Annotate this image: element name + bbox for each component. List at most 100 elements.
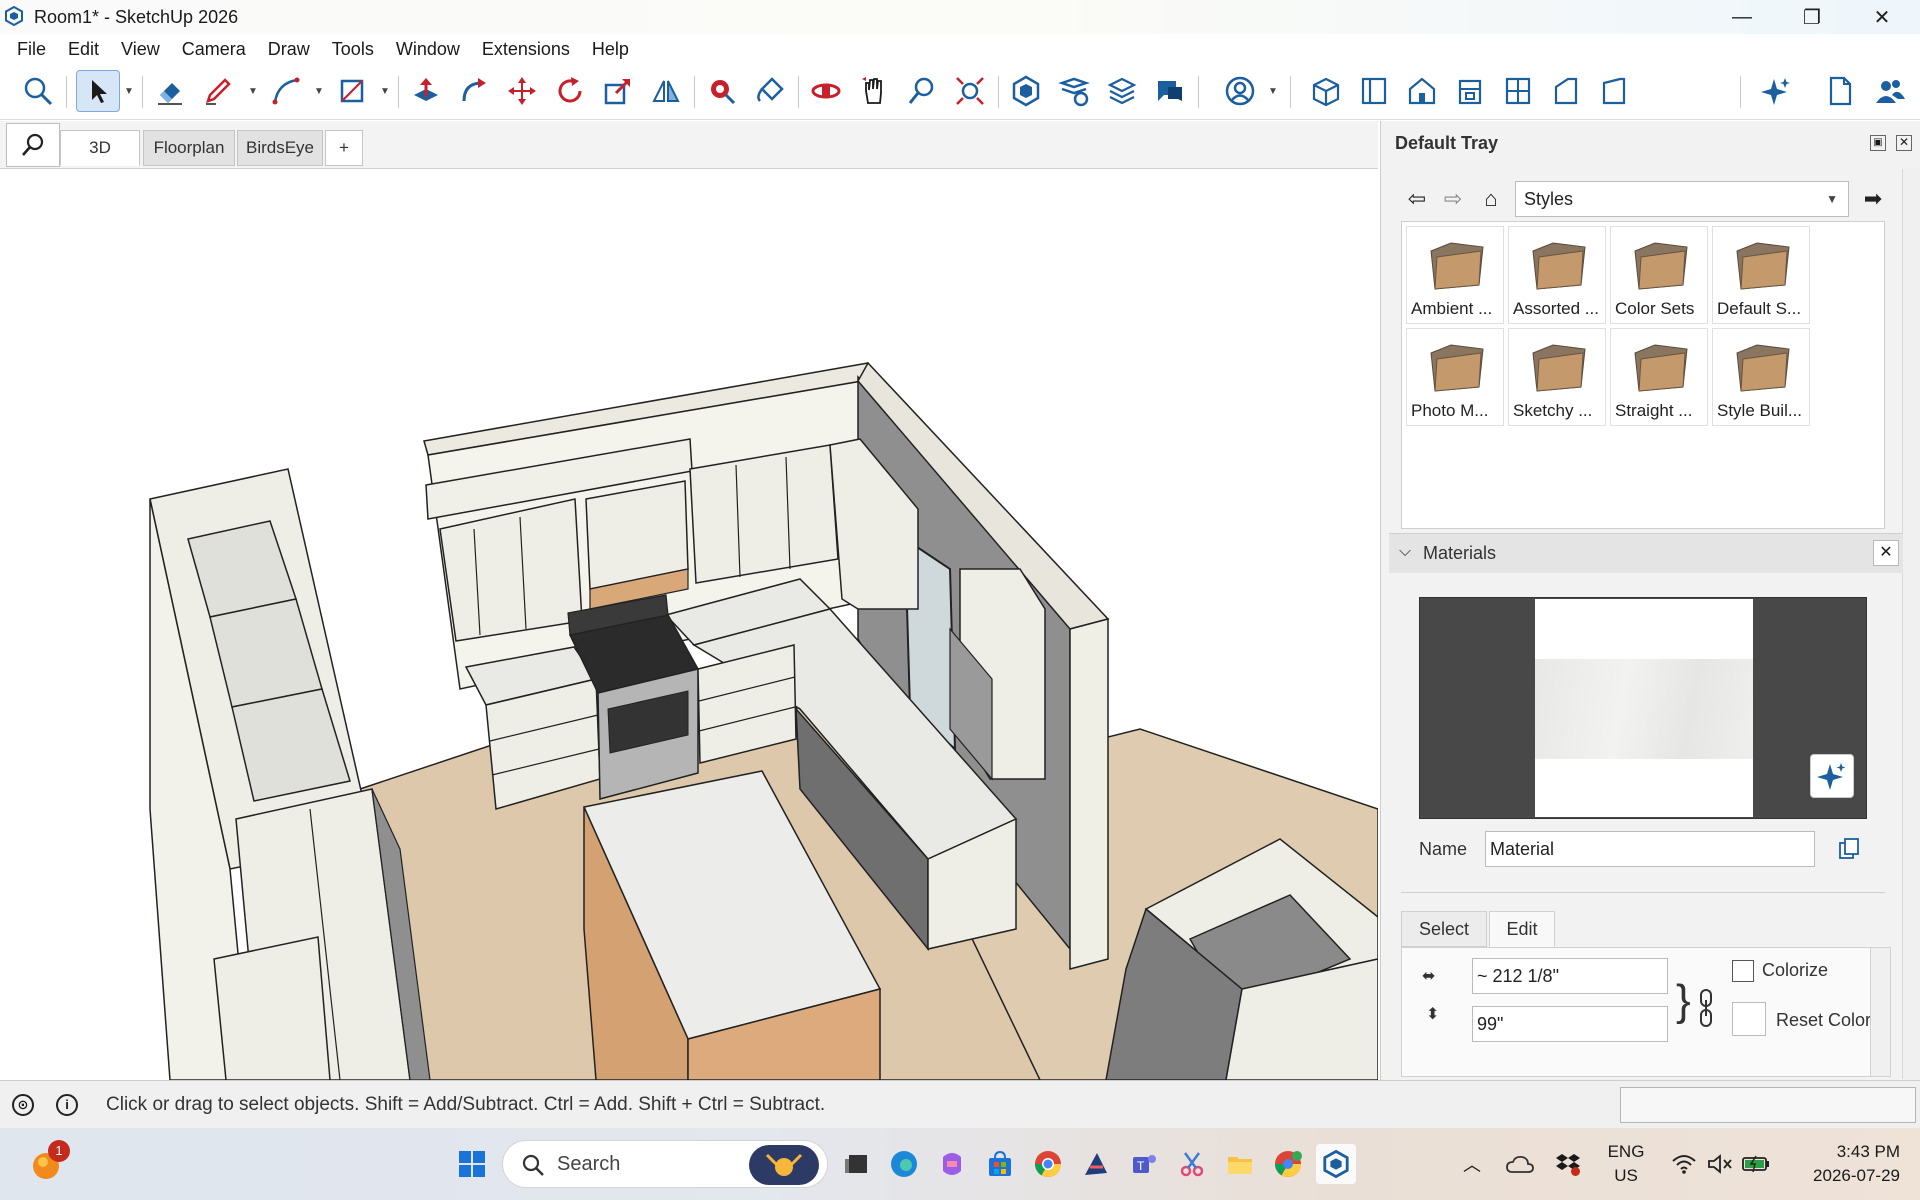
show-hidden-icons-chevron-icon[interactable]: ︿ xyxy=(1452,1144,1492,1184)
tray-scrollbar[interactable] xyxy=(1902,169,1920,1079)
layers-tool-icon[interactable] xyxy=(1102,70,1142,112)
close-window-button[interactable]: ✕ xyxy=(1852,0,1912,34)
ai-material-button[interactable] xyxy=(1810,754,1854,798)
menu-extensions[interactable]: Extensions xyxy=(471,39,581,60)
styles-details-icon[interactable]: ➡ xyxy=(1857,183,1889,215)
material-name-input[interactable]: Material xyxy=(1485,831,1815,867)
aspect-link-icon[interactable]: } xyxy=(1676,976,1691,1026)
rotate-tool-icon[interactable] xyxy=(550,70,590,112)
style-folder-sketchy[interactable]: Sketchy ... xyxy=(1508,328,1606,426)
tab-edit[interactable]: Edit xyxy=(1489,911,1555,947)
orbit-tool-icon[interactable] xyxy=(806,70,846,112)
volume-muted-icon[interactable] xyxy=(1700,1144,1740,1184)
close-icon[interactable]: ✕ xyxy=(1873,540,1899,566)
file-explorer-icon[interactable] xyxy=(1220,1144,1260,1184)
modeling-viewport[interactable] xyxy=(0,169,1378,1080)
rectangle-tool-icon[interactable] xyxy=(332,70,372,112)
warehouse-tool-icon[interactable] xyxy=(1006,70,1046,112)
style-folder-default[interactable]: Default S... xyxy=(1712,226,1810,324)
style-folder-photo-modeling[interactable]: Photo M... xyxy=(1406,328,1504,426)
style-folder-assorted[interactable]: Assorted ... xyxy=(1508,226,1606,324)
onedrive-cloud-icon[interactable] xyxy=(1500,1144,1540,1184)
styles-home-icon[interactable]: ⌂ xyxy=(1475,183,1507,215)
top-view-icon[interactable] xyxy=(1354,70,1394,112)
geo-location-icon[interactable]: ⊙ xyxy=(12,1094,34,1116)
styles-forward-icon[interactable]: ⇨ xyxy=(1437,183,1469,215)
taskbar-search-box[interactable]: Search xyxy=(502,1140,828,1188)
flip-tool-icon[interactable] xyxy=(646,70,686,112)
clock-date[interactable]: 2026-07-29 xyxy=(1780,1166,1900,1186)
bottom-view-icon[interactable] xyxy=(1594,70,1634,112)
colorize-checkbox[interactable] xyxy=(1732,960,1754,982)
chat-tool-icon[interactable] xyxy=(1150,70,1190,112)
chain-link-icon[interactable] xyxy=(1698,988,1714,1028)
keyboard-layout-indicator[interactable]: US xyxy=(1604,1166,1648,1186)
menu-window[interactable]: Window xyxy=(385,39,471,60)
sketchup-taskbar-icon[interactable] xyxy=(1316,1144,1356,1184)
reset-color-swatch[interactable] xyxy=(1732,1002,1766,1036)
follow-me-tool-icon[interactable] xyxy=(454,70,494,112)
chevron-down-icon[interactable]: ⌵ xyxy=(1399,543,1411,561)
dropbox-icon[interactable] xyxy=(1548,1144,1588,1184)
paint-bucket-tool-icon[interactable] xyxy=(750,70,790,112)
scene-tab-birdseye[interactable]: BirdsEye xyxy=(237,130,323,166)
zoom-tool-icon[interactable] xyxy=(902,70,942,112)
pan-tool-icon[interactable] xyxy=(854,70,894,112)
collaborators-icon[interactable] xyxy=(1870,70,1910,112)
shape-dropdown-icon[interactable]: ▼ xyxy=(380,86,390,97)
menu-tools[interactable]: Tools xyxy=(321,39,385,60)
start-icon[interactable] xyxy=(452,1144,492,1184)
store-icon[interactable] xyxy=(980,1144,1020,1184)
tab-select[interactable]: Select xyxy=(1401,911,1487,947)
zoom-extents-tool-icon[interactable] xyxy=(950,70,990,112)
edge-browser-icon[interactable] xyxy=(884,1144,924,1184)
duplicate-material-icon[interactable] xyxy=(1837,837,1861,861)
texture-width-input[interactable]: ~ 212 1/8" xyxy=(1472,958,1668,994)
scene-search-button[interactable] xyxy=(6,123,60,167)
tray-pin-icon[interactable]: ▣ xyxy=(1870,135,1886,151)
search-tool-icon[interactable] xyxy=(18,70,58,112)
ai-assistant-icon[interactable] xyxy=(1756,70,1796,112)
restore-button[interactable]: ❐ xyxy=(1782,0,1842,34)
arc-tool-icon[interactable] xyxy=(266,70,306,112)
menu-draw[interactable]: Draw xyxy=(257,39,321,60)
right-view-icon[interactable] xyxy=(1450,70,1490,112)
move-tool-icon[interactable] xyxy=(502,70,542,112)
scene-tab-floorplan[interactable]: Floorplan xyxy=(143,130,235,166)
chrome-profile-icon[interactable] xyxy=(1268,1144,1308,1184)
front-view-icon[interactable] xyxy=(1402,70,1442,112)
language-indicator[interactable]: ENG xyxy=(1604,1142,1648,1162)
left-view-icon[interactable] xyxy=(1546,70,1586,112)
style-folder-ambient[interactable]: Ambient ... xyxy=(1406,226,1504,324)
teams-icon[interactable]: T xyxy=(1124,1144,1164,1184)
wifi-icon[interactable] xyxy=(1664,1144,1704,1184)
eraser-tool-icon[interactable] xyxy=(150,70,190,112)
snipping-icon[interactable] xyxy=(1076,1144,1116,1184)
style-folder-color-sets[interactable]: Color Sets xyxy=(1610,226,1708,324)
menu-view[interactable]: View xyxy=(110,39,171,60)
style-folder-straight[interactable]: Straight ... xyxy=(1610,328,1708,426)
menu-help[interactable]: Help xyxy=(581,39,640,60)
scale-tool-icon[interactable] xyxy=(598,70,638,112)
snip-sketch-icon[interactable] xyxy=(1172,1144,1212,1184)
edit-panel-scrollbar[interactable] xyxy=(1870,948,1890,1076)
back-view-icon[interactable] xyxy=(1498,70,1538,112)
reset-color-label[interactable]: Reset Color xyxy=(1776,1010,1871,1031)
tape-measure-tool-icon[interactable] xyxy=(702,70,742,112)
styles-collection-select[interactable]: Styles ▼ xyxy=(1515,181,1849,217)
chrome-icon[interactable] xyxy=(1028,1144,1068,1184)
arc-dropdown-icon[interactable]: ▼ xyxy=(314,86,324,97)
iso-view-icon[interactable] xyxy=(1306,70,1346,112)
minimize-button[interactable]: — xyxy=(1712,0,1772,34)
info-icon[interactable]: i xyxy=(56,1094,78,1116)
account-tool-icon[interactable] xyxy=(1220,70,1260,112)
select-tool-icon[interactable] xyxy=(76,70,120,112)
measurements-box[interactable] xyxy=(1620,1087,1916,1123)
menu-edit[interactable]: Edit xyxy=(57,39,110,60)
tray-close-icon[interactable]: ✕ xyxy=(1896,135,1912,151)
pencil-tool-icon[interactable] xyxy=(198,70,238,112)
texture-height-input[interactable]: 99" xyxy=(1472,1006,1668,1042)
account-dropdown-icon[interactable]: ▼ xyxy=(1268,86,1278,97)
scene-tab-3d[interactable]: 3D xyxy=(60,130,140,166)
styles-back-icon[interactable]: ⇦ xyxy=(1401,183,1433,215)
